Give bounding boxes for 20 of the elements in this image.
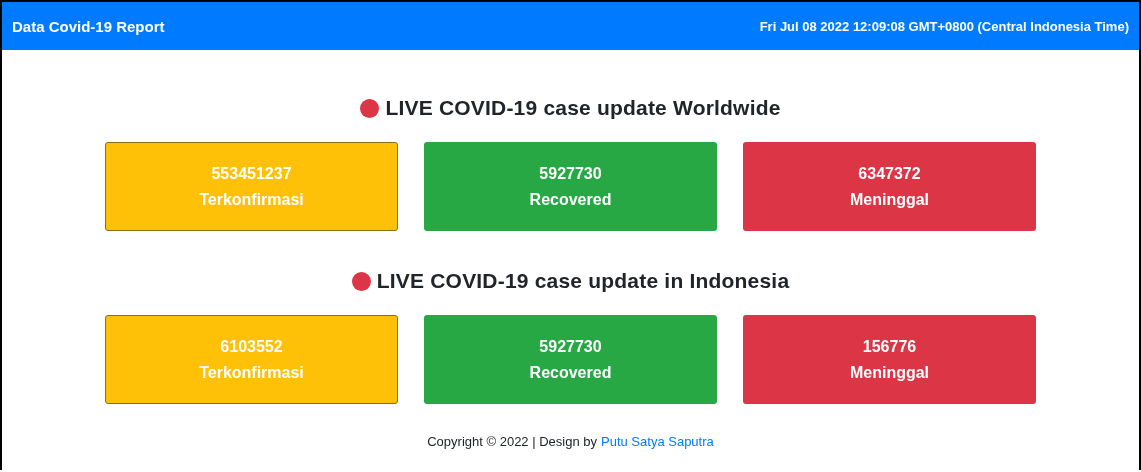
stat-count: 156776 (862, 337, 917, 356)
date-time: Fri Jul 08 2022 12:09:08 GMT+0800 (Central Indonesia Time) (759, 18, 1129, 34)
stat-label: Meninggal (849, 363, 930, 382)
brand-link[interactable]: Data Covid-19 Report (12, 17, 165, 35)
stat-label: Recovered (529, 190, 612, 209)
stat-count: 5927730 (539, 337, 602, 356)
copyright-text: Copyright © 2022 | Design by (427, 434, 597, 449)
stat-label: Meninggal (849, 190, 930, 209)
stat-label: Recovered (529, 363, 612, 382)
stat-count: 6103552 (220, 337, 283, 356)
stat-count: 5927730 (539, 164, 602, 183)
stat-count: 553451237 (211, 164, 292, 183)
live-dot-icon (360, 98, 380, 118)
stat-label: Terkonfirmasi (199, 190, 304, 209)
section-heading: LIVE COVID-19 case update in Indonesia (376, 269, 790, 293)
author-link[interactable]: Putu Satya Saputra (601, 434, 714, 449)
stat-count: 6347372 (858, 164, 921, 183)
stat-label: Terkonfirmasi (199, 363, 304, 382)
live-dot-icon (351, 271, 371, 291)
section-heading: LIVE COVID-19 case update Worldwide (385, 96, 781, 120)
